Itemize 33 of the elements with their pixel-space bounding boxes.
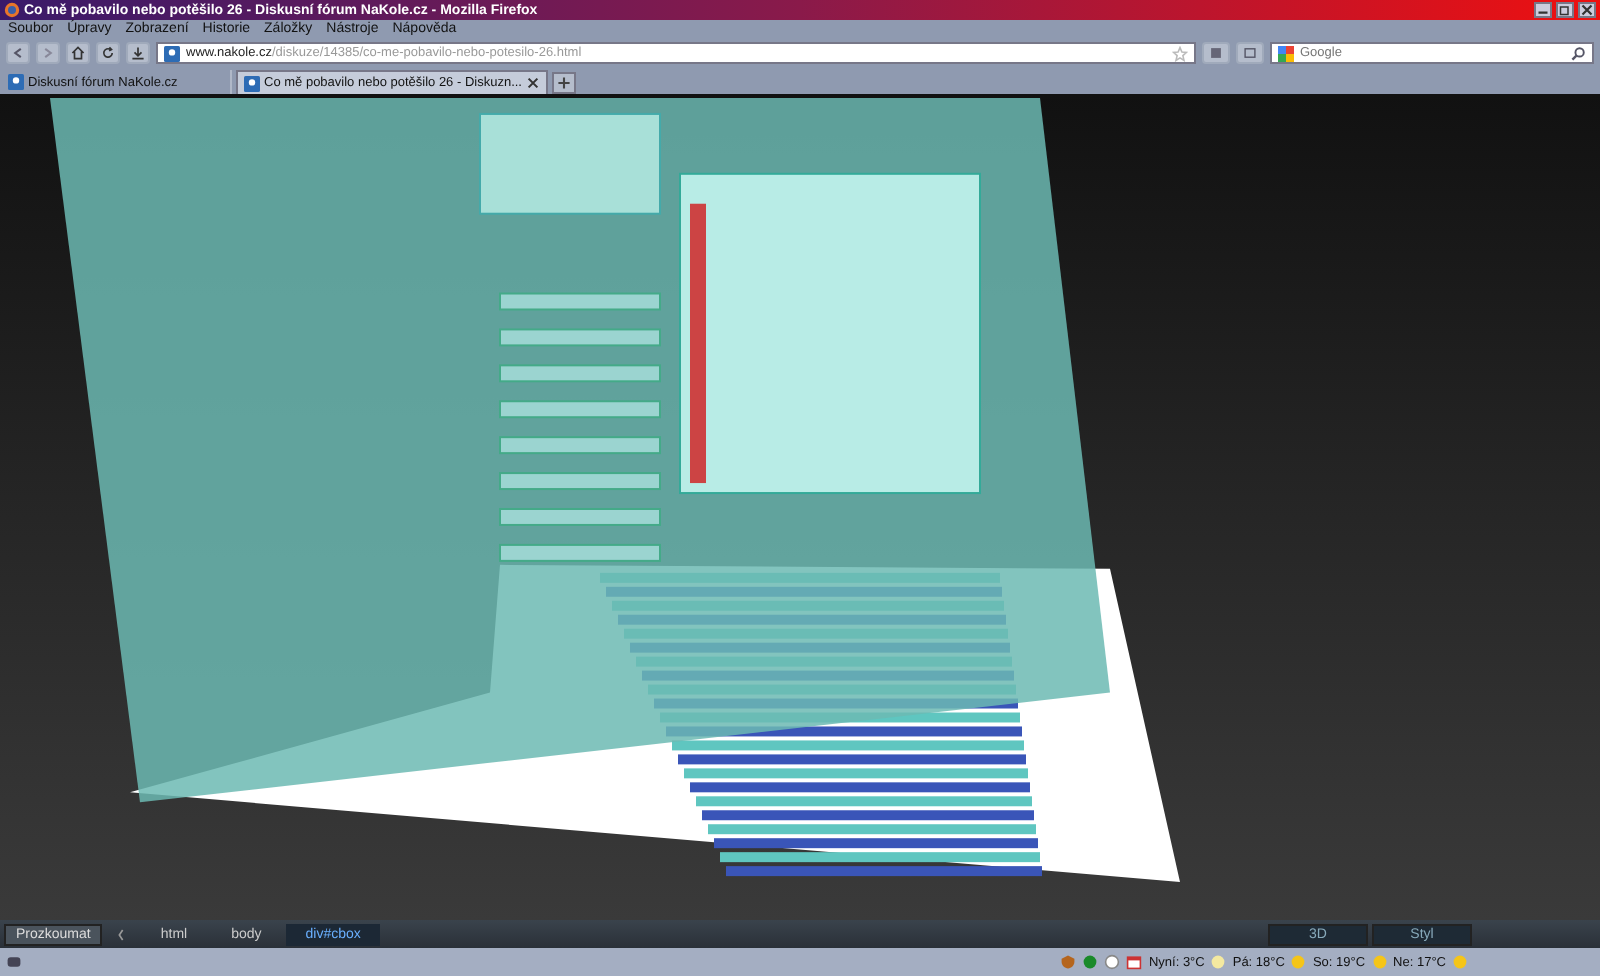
sun-icon xyxy=(1290,954,1307,970)
new-tab-button[interactable] xyxy=(552,72,576,94)
minimize-button[interactable] xyxy=(1534,2,1552,18)
clock-icon[interactable] xyxy=(1104,954,1121,970)
reload-button[interactable] xyxy=(96,42,120,64)
window-button[interactable] xyxy=(1236,42,1264,64)
close-icon xyxy=(1580,4,1594,16)
restore-icon xyxy=(1558,4,1572,16)
calendar-icon[interactable] xyxy=(1126,954,1143,970)
close-tab-icon[interactable] xyxy=(526,76,540,90)
star-icon[interactable] xyxy=(1172,45,1188,61)
download-icon xyxy=(130,46,146,60)
home-icon xyxy=(70,46,86,60)
search-icon[interactable] xyxy=(1570,45,1586,61)
plus-icon xyxy=(556,76,572,90)
site-icon xyxy=(244,75,260,91)
close-button[interactable] xyxy=(1578,2,1596,18)
restore-button[interactable] xyxy=(1556,2,1574,18)
site-icon xyxy=(164,45,180,61)
window-icon xyxy=(1240,46,1260,60)
square-icon xyxy=(1206,46,1226,60)
bookmarks-button[interactable] xyxy=(1202,42,1230,64)
browser-logo-icon xyxy=(4,2,20,18)
back-button[interactable] xyxy=(6,42,30,64)
sun-icon xyxy=(1371,954,1388,970)
moon-icon xyxy=(1210,954,1227,970)
site-icon xyxy=(8,74,24,90)
addon-icon[interactable] xyxy=(6,954,22,970)
reload-icon xyxy=(100,46,116,60)
download-button[interactable] xyxy=(126,42,150,64)
sun-icon xyxy=(1452,954,1468,970)
home-button[interactable] xyxy=(66,42,90,64)
search-engine-icon xyxy=(1278,45,1294,61)
